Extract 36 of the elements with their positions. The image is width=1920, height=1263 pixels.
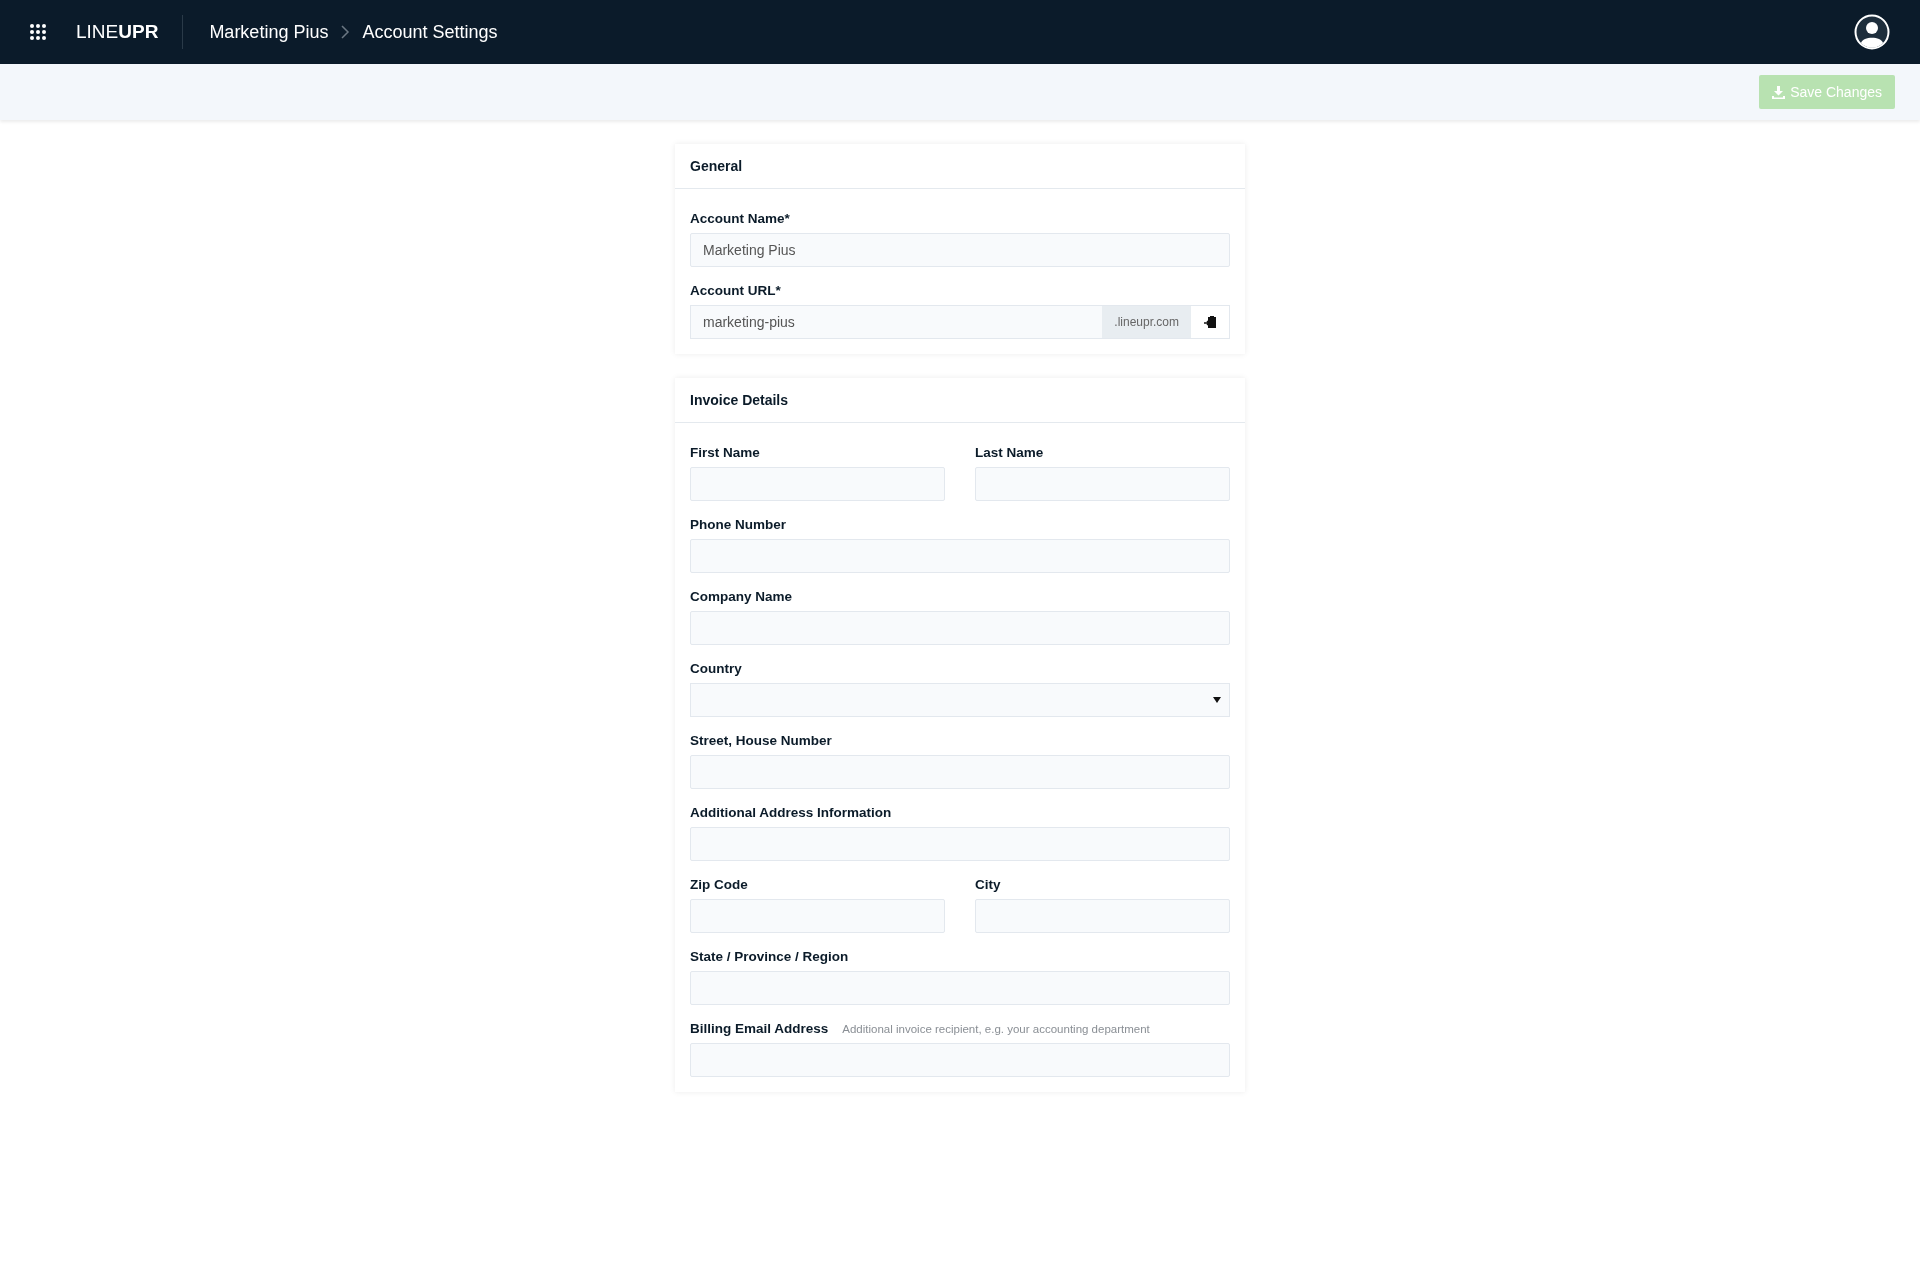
field-label: Account Name* bbox=[690, 211, 790, 226]
breadcrumb: Account Settings bbox=[362, 21, 498, 43]
download-icon bbox=[1772, 85, 1786, 99]
breadcrumb[interactable]: Marketing Pius bbox=[209, 21, 329, 43]
text-field[interactable] bbox=[690, 1043, 1230, 1077]
apps-grid-icon[interactable] bbox=[30, 24, 46, 40]
field-label: Zip Code bbox=[690, 877, 748, 892]
caret-icon bbox=[1213, 697, 1221, 703]
field-label: State / Province / Region bbox=[690, 949, 849, 964]
text-field[interactable]: Marketing Pius bbox=[690, 233, 1230, 267]
section-title: General bbox=[675, 144, 1245, 189]
text-field[interactable] bbox=[690, 971, 1230, 1005]
field-label: City bbox=[975, 877, 1001, 892]
chevron-right-icon bbox=[340, 25, 351, 39]
text-field[interactable] bbox=[975, 899, 1230, 933]
field-label: Last Name bbox=[975, 445, 1044, 460]
text-field[interactable] bbox=[690, 467, 945, 501]
logo[interactable]: LINEUPR bbox=[76, 15, 184, 49]
text-field[interactable] bbox=[690, 539, 1230, 573]
field-label: Country bbox=[690, 661, 742, 676]
text-field[interactable] bbox=[690, 611, 1230, 645]
field-label: Account URL* bbox=[690, 283, 781, 298]
user-avatar-icon[interactable] bbox=[1854, 14, 1890, 50]
field-label: First Name bbox=[690, 445, 760, 460]
country-dropdown[interactable] bbox=[690, 683, 1230, 717]
text-field[interactable] bbox=[975, 467, 1230, 501]
text-field[interactable] bbox=[690, 899, 945, 933]
field-label: Phone Number bbox=[690, 517, 786, 532]
section-title: Invoice Details bbox=[675, 378, 1245, 423]
text-field[interactable] bbox=[690, 755, 1230, 789]
text-field[interactable] bbox=[690, 827, 1230, 861]
field-label: Additional Address Information bbox=[690, 805, 892, 820]
field-label: Company Name bbox=[690, 589, 793, 604]
field-hint: Additional invoice recipient, e.g. your accounting department bbox=[842, 1023, 1150, 1035]
field-label: Billing Email Address bbox=[690, 1021, 829, 1036]
field-label: Street, House Number bbox=[690, 733, 832, 748]
